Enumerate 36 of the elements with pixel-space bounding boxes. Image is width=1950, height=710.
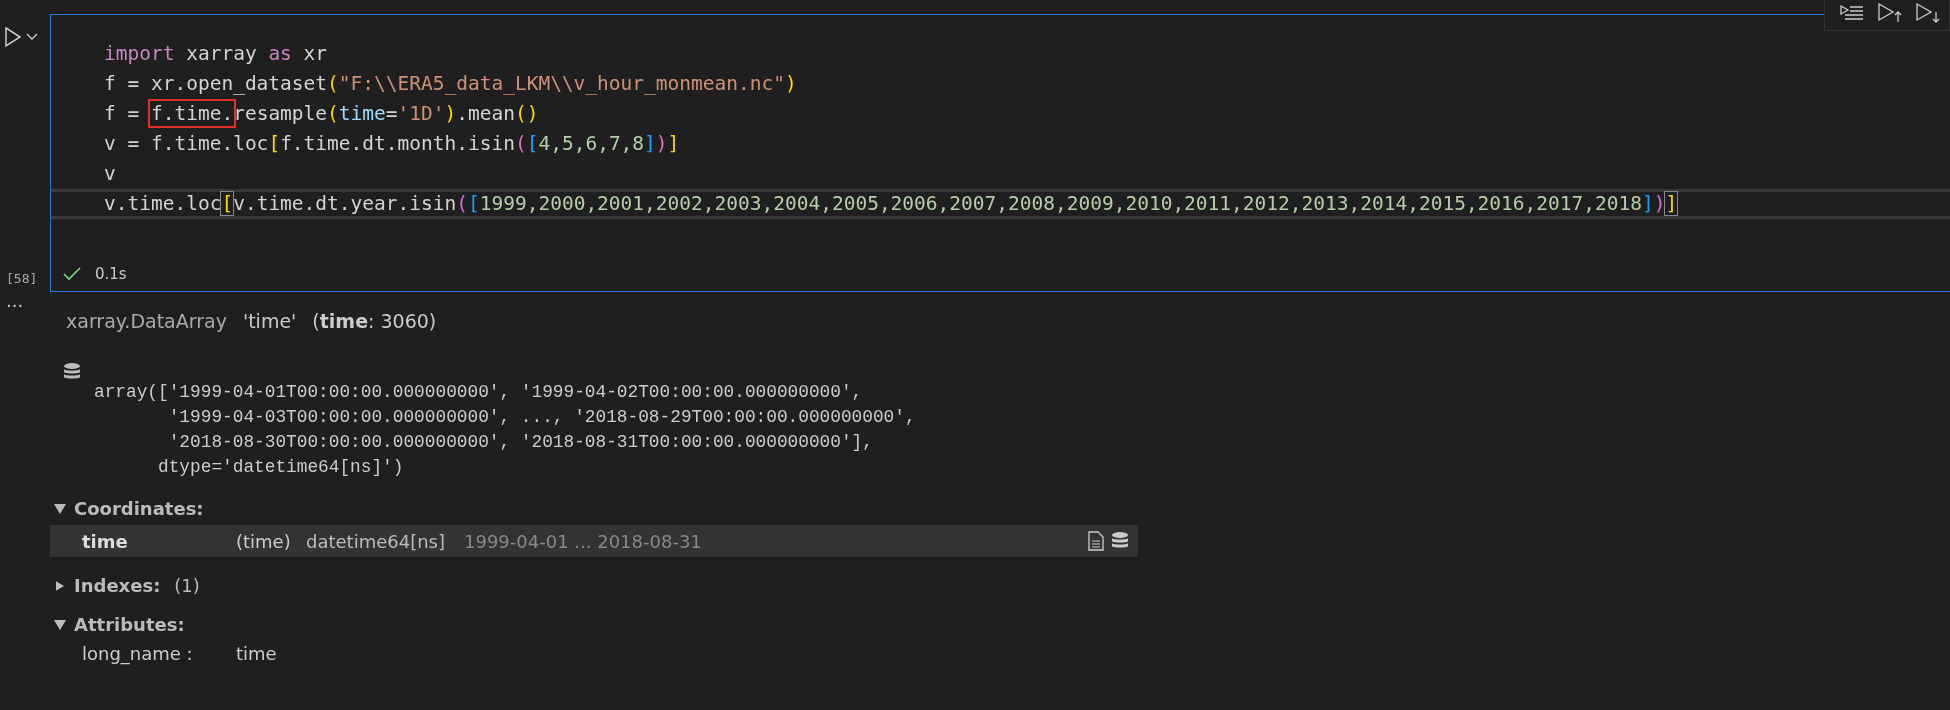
code-line: v (103, 161, 117, 187)
code-line: v.time.loc[v.time.dt.year.isin([1999,2000,2001,2002,2003,2004,2005,2006,2007,2008,2009,2010,2011,2012,2013,2014,2015,2016,2017,2018])] (51, 189, 1950, 219)
document-icon[interactable] (1088, 531, 1104, 551)
run-cell-icon[interactable] (4, 26, 22, 48)
output-more-button[interactable]: ... (0, 290, 50, 311)
array-dimensions: (time: 3060) (312, 310, 437, 332)
array-line: '2018-08-30T00:00:00.000000000', '2018-08-31T00:00:00.000000000'], (167, 431, 874, 454)
array-name: 'time' (242, 310, 297, 332)
code-cell[interactable] (50, 14, 1950, 292)
array-line: '1999-04-03T00:00:00.000000000', ..., '2018-08-29T00:00:00.000000000', (167, 406, 916, 429)
code-line: v = f.time.loc[f.time.dt.month.isin([4,5,6,7,8])] (103, 131, 681, 157)
section-title[interactable]: Indexes: (74, 575, 161, 596)
run-by-line-icon[interactable] (1839, 3, 1865, 23)
execution-time: 0.1s (95, 265, 127, 283)
coordinate-dtype: datetime64[ns] (306, 530, 446, 552)
run-below-icon[interactable] (1915, 2, 1941, 24)
code-line: f = f.time.resample(time='1D').mean() (51, 99, 1950, 129)
attribute-value: time (236, 643, 277, 664)
code-line: f = xr.open_dataset("F:\\ERA5_data_LKM\\v_hour_monmean.nc") (103, 71, 798, 97)
coordinate-preview: 1999-04-01 ... 2018-08-31 (464, 530, 702, 552)
code-line: import xarray as xr (103, 41, 329, 67)
array-line: dtype='datetime64[ns]') (157, 456, 405, 479)
section-count: (1) (174, 575, 200, 596)
section-title[interactable]: Coordinates: (74, 498, 204, 519)
coordinate-name: time (82, 530, 129, 552)
run-above-icon[interactable] (1877, 2, 1903, 24)
coordinate-dims: (time) (236, 530, 292, 552)
section-title[interactable]: Attributes: (74, 614, 185, 635)
chevron-down-icon[interactable] (26, 33, 38, 41)
disclosure-triangle-icon[interactable] (56, 580, 64, 591)
object-type: xarray.DataArray (66, 310, 227, 332)
disclosure-triangle-icon[interactable] (54, 619, 66, 630)
array-line: array(['1999-04-01T00:00:00.000000000', '1999-04-02T00:00:00.000000000', (94, 381, 864, 404)
execution-count: [58] (5, 271, 38, 288)
disclosure-triangle-icon[interactable] (54, 503, 66, 514)
attribute-name: long_name : (82, 643, 194, 664)
